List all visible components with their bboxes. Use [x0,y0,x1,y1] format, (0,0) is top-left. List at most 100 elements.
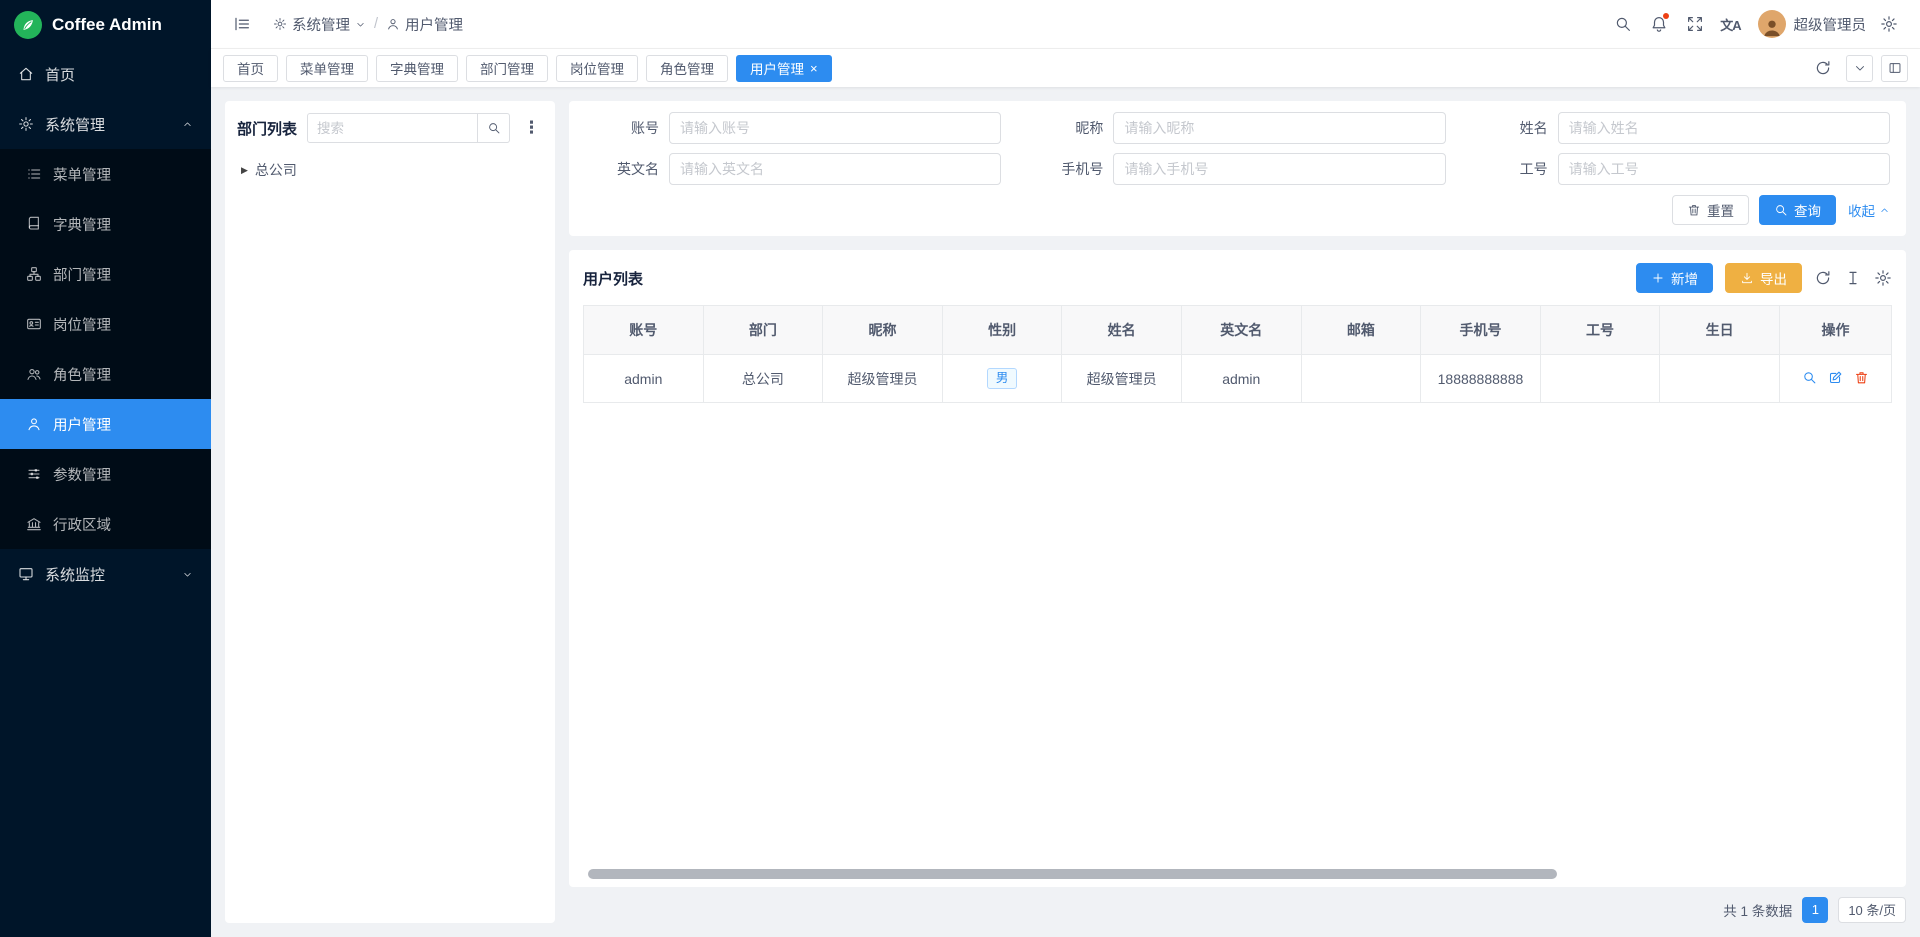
sidebar-item-param-mgmt[interactable]: 参数管理 [0,449,211,499]
cell-work-id [1540,355,1660,403]
tab-user-mgmt[interactable]: 用户管理 × [736,55,832,82]
query-button[interactable]: 查询 [1759,195,1836,225]
tree-node-head-office[interactable]: ▶ 总公司 [237,157,543,183]
notifications-button[interactable] [1644,9,1674,39]
user-icon [386,17,400,31]
refresh-table-icon[interactable] [1814,269,1832,287]
breadcrumb-label: 系统管理 [292,14,350,35]
dept-search-button[interactable] [478,113,510,143]
settings-button[interactable] [1874,9,1904,39]
sidebar-item-role-mgmt[interactable]: 角色管理 [0,349,211,399]
breadcrumb-item-user-mgmt[interactable]: 用户管理 [386,14,463,35]
add-user-button[interactable]: 新增 [1636,263,1713,293]
col-actions: 操作 [1780,306,1892,355]
delete-user-icon[interactable] [1854,370,1869,385]
nickname-input[interactable] [1113,112,1445,144]
sidebar-item-post-mgmt[interactable]: 岗位管理 [0,299,211,349]
col-name: 姓名 [1062,306,1182,355]
scrollbar-thumb[interactable] [588,869,1557,879]
field-nickname: 昵称 [1027,112,1445,144]
breadcrumb: 系统管理 / 用户管理 [273,14,463,35]
export-button[interactable]: 导出 [1725,263,1802,293]
sidebar-item-monitor[interactable]: 系统监控 [0,549,211,599]
tab-label: 字典管理 [390,58,444,78]
tabs-dropdown-button[interactable] [1846,55,1873,82]
field-label: 昵称 [1027,118,1113,138]
tree-caret-icon[interactable]: ▶ [241,165,248,176]
close-icon[interactable]: × [810,62,818,75]
reset-button[interactable]: 重置 [1672,195,1749,225]
field-label: 手机号 [1027,159,1113,179]
sidebar-item-label: 参数管理 [53,464,111,485]
sidebar-item-dept-mgmt[interactable]: 部门管理 [0,249,211,299]
sidebar-item-menu-mgmt[interactable]: 菜单管理 [0,149,211,199]
more-options-icon[interactable]: ⋮ [520,118,543,138]
search-form-card: 账号 昵称 姓名 英文名 [569,101,1906,236]
page-1-button[interactable]: 1 [1802,897,1828,923]
chevron-up-icon [1879,205,1890,216]
refresh-icon [1814,59,1832,77]
header-search-button[interactable] [1608,9,1638,39]
sidebar-item-system[interactable]: 系统管理 [0,99,211,149]
page-size-select[interactable]: 10 条/页 [1838,897,1906,923]
tab-role-mgmt[interactable]: 角色管理 [646,55,728,82]
translate-icon: 文A [1720,15,1740,34]
breadcrumb-label: 用户管理 [405,14,463,35]
plus-icon [1651,271,1665,285]
en-name-input[interactable] [669,153,1001,185]
edit-user-icon[interactable] [1828,370,1843,385]
horizontal-scrollbar[interactable] [583,869,1892,879]
col-account: 账号 [584,306,704,355]
table-gear-icon[interactable] [1874,269,1892,287]
tab-dict-mgmt[interactable]: 字典管理 [376,55,458,82]
sidebar-collapse-button[interactable] [227,9,257,39]
work-id-input[interactable] [1558,153,1890,185]
sidebar-item-home[interactable]: 首页 [0,49,211,99]
user-list-card: 用户列表 新增 导出 [569,250,1906,887]
col-birthday: 生日 [1660,306,1780,355]
org-chart-icon [26,266,42,282]
sidebar-item-user-mgmt[interactable]: 用户管理 [0,399,211,449]
field-label: 姓名 [1472,118,1558,138]
column-settings-icon[interactable] [1844,269,1862,287]
bank-icon [26,516,42,532]
sidebar-item-label: 行政区域 [53,514,111,535]
sidebar-item-region-mgmt[interactable]: 行政区域 [0,499,211,549]
tab-home[interactable]: 首页 [223,55,278,82]
tab-label: 角色管理 [660,58,714,78]
current-user-name[interactable]: 超级管理员 [1792,14,1869,35]
top-header: 系统管理 / 用户管理 [211,0,1920,49]
avatar[interactable] [1758,10,1786,38]
name-input[interactable] [1558,112,1890,144]
view-user-icon[interactable] [1802,370,1817,385]
gear-icon [1880,15,1898,33]
table-empty-area [583,403,1892,863]
refresh-tabs-button[interactable] [1808,53,1838,83]
layout-toggle-button[interactable] [1881,55,1908,82]
sidebar-item-dict-mgmt[interactable]: 字典管理 [0,199,211,249]
export-label: 导出 [1760,268,1787,288]
dept-search-input[interactable] [307,113,478,143]
fullscreen-button[interactable] [1680,9,1710,39]
translate-button[interactable]: 文A [1716,9,1746,39]
field-phone: 手机号 [1027,153,1445,185]
field-label: 账号 [583,118,669,138]
gear-icon [273,17,287,31]
tab-label: 岗位管理 [570,58,624,78]
page-content: 部门列表 ⋮ ▶ 总公司 [211,87,1920,937]
sidebar: Coffee Admin 首页 系统管理 菜单管理 字典管理 [0,0,211,937]
department-tree: ▶ 总公司 [237,157,543,183]
tab-post-mgmt[interactable]: 岗位管理 [556,55,638,82]
tab-menu-mgmt[interactable]: 菜单管理 [286,55,368,82]
cell-nickname: 超级管理员 [823,355,943,403]
collapse-toggle[interactable]: 收起 [1848,200,1890,220]
tabs-bar: 首页 菜单管理 字典管理 部门管理 岗位管理 角色管理 用户管理 × [211,49,1920,87]
user-list-title: 用户列表 [583,268,643,289]
phone-input[interactable] [1113,153,1445,185]
gender-tag: 男 [987,368,1018,389]
menu-fold-icon [233,15,251,33]
account-input[interactable] [669,112,1001,144]
breadcrumb-item-system[interactable]: 系统管理 [273,14,366,35]
tab-dept-mgmt[interactable]: 部门管理 [466,55,548,82]
search-icon [487,121,501,135]
